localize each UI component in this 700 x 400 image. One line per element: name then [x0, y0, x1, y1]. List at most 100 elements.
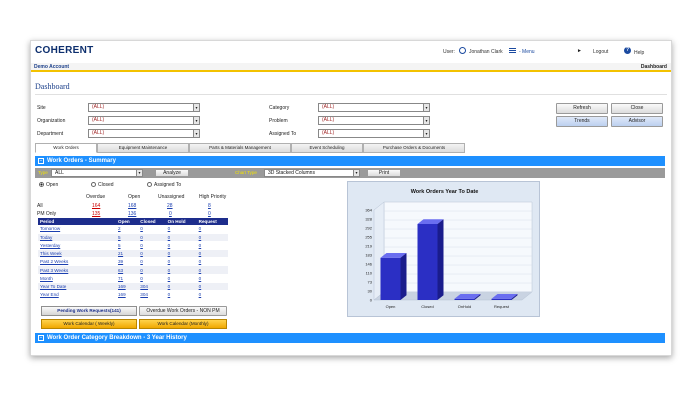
pending-work-requests-button[interactable]: Pending Work Requests(141): [41, 306, 137, 316]
user-name[interactable]: Jonathan Clark: [469, 49, 503, 55]
work-calendar-weekly-button[interactable]: Work Calendar ( Weekly): [41, 319, 137, 329]
period-cell: Year To Date: [38, 282, 116, 292]
all-high-priority-link[interactable]: 8: [208, 203, 211, 209]
count-link[interactable]: 0: [140, 276, 143, 281]
collapse-icon[interactable]: −: [38, 335, 44, 341]
count-link[interactable]: 2: [118, 226, 121, 231]
tab-equipment-maintenance[interactable]: Equipment Maintenance: [97, 143, 189, 153]
all-unassigned-link[interactable]: 28: [167, 203, 173, 209]
radio-closed[interactable]: Closed: [91, 182, 114, 188]
count-link[interactable]: 0: [199, 251, 202, 256]
count-link[interactable]: 71: [118, 276, 123, 281]
radio-open[interactable]: Open: [39, 182, 58, 188]
period-link[interactable]: Past 3 Weeks: [40, 268, 68, 273]
menu-icon[interactable]: [509, 48, 516, 53]
count-link[interactable]: 0: [168, 292, 171, 297]
work-calendar-monthly-button[interactable]: Work Calendar (Monthly): [139, 319, 227, 329]
count-link[interactable]: 0: [199, 276, 202, 281]
period-link[interactable]: Yesterday: [40, 243, 60, 248]
count-cell: 2: [116, 225, 139, 234]
pm-unassigned-link[interactable]: 0: [169, 211, 172, 217]
count-link[interactable]: 39: [118, 259, 123, 264]
period-link[interactable]: Year End: [40, 292, 59, 297]
all-open-link[interactable]: 168: [128, 203, 136, 209]
count-link[interactable]: 304: [140, 284, 148, 289]
period-cell: Past 3 Weeks: [38, 265, 116, 275]
radio-assigned-to[interactable]: Assigned To: [147, 182, 181, 188]
count-link[interactable]: 0: [140, 251, 143, 256]
menu-link[interactable]: - Menu: [519, 49, 535, 55]
count-link[interactable]: 169: [118, 292, 126, 297]
category-select[interactable]: (ALL) ▾: [318, 103, 430, 112]
tab-work-orders[interactable]: Work Orders: [35, 143, 97, 153]
advisor-button[interactable]: Advisor: [611, 116, 663, 127]
count-link[interactable]: 63: [118, 268, 123, 273]
chart-type-select[interactable]: 3D Stacked Columns ▾: [264, 169, 360, 177]
period-link[interactable]: Year To Date: [40, 284, 66, 289]
count-link[interactable]: 0: [168, 251, 171, 256]
count-link[interactable]: 0: [199, 284, 202, 289]
print-button[interactable]: Print: [367, 169, 401, 177]
problem-select[interactable]: (ALL) ▾: [318, 116, 430, 125]
department-value: (ALL): [92, 130, 105, 136]
chevron-down-icon: ▾: [193, 104, 199, 111]
assigned-to-select[interactable]: (ALL) ▾: [318, 129, 430, 138]
tab-purchase-orders[interactable]: Purchase Orders & Documents: [363, 143, 465, 153]
count-link[interactable]: 0: [199, 235, 202, 240]
count-link[interactable]: 0: [140, 259, 143, 264]
tab-parts-materials[interactable]: Parts & Materials Management: [189, 143, 291, 153]
count-link[interactable]: 0: [199, 268, 202, 273]
count-link[interactable]: 21: [118, 251, 123, 256]
summary-header[interactable]: − Work Orders - Summary: [35, 156, 665, 166]
period-link[interactable]: Month: [40, 276, 53, 281]
pm-high-priority-link[interactable]: 0: [208, 211, 211, 217]
count-link[interactable]: 0: [140, 226, 143, 231]
tab-event-scheduling[interactable]: Event Scheduling: [291, 143, 363, 153]
period-link[interactable]: This Week: [40, 251, 62, 256]
count-link[interactable]: 0: [168, 268, 171, 273]
period-link[interactable]: Past 2 Weeks: [40, 259, 68, 264]
y-tick-label: 73: [368, 280, 373, 285]
count-link[interactable]: 5: [118, 235, 121, 240]
count-link[interactable]: 0: [168, 284, 171, 289]
collapse-icon[interactable]: −: [38, 158, 44, 164]
site-select[interactable]: (ALL) ▾: [88, 103, 200, 112]
count-link[interactable]: 0: [168, 243, 171, 248]
type-select[interactable]: ALL ▾: [51, 169, 143, 177]
analyze-button[interactable]: Analyze: [155, 169, 189, 177]
count-link[interactable]: 169: [118, 284, 126, 289]
overdue-non-pm-button[interactable]: Overdue Work Orders - NON PM: [139, 306, 227, 316]
category-breakdown-header[interactable]: − Work Order Category Breakdown - 3 Year…: [35, 333, 665, 343]
help-icon[interactable]: ?: [624, 47, 631, 54]
count-cell: 71: [116, 274, 139, 283]
count-link[interactable]: 304: [140, 292, 148, 297]
period-link[interactable]: Tomorrow: [40, 226, 60, 231]
count-link[interactable]: 0: [140, 243, 143, 248]
period-link[interactable]: Today: [40, 235, 52, 240]
count-link[interactable]: 0: [199, 259, 202, 264]
count-link[interactable]: 5: [118, 243, 121, 248]
count-link[interactable]: 0: [140, 235, 143, 240]
trends-button[interactable]: Trends: [556, 116, 608, 127]
count-link[interactable]: 0: [199, 292, 202, 297]
help-link[interactable]: Help: [634, 50, 644, 56]
x-tick-label: Closed: [421, 304, 433, 309]
count-link[interactable]: 0: [168, 259, 171, 264]
department-select[interactable]: (ALL) ▾: [88, 129, 200, 138]
count-cell: 169: [116, 290, 139, 300]
organization-select[interactable]: (ALL) ▾: [88, 116, 200, 125]
count-link[interactable]: 0: [140, 268, 143, 273]
coherent-logo[interactable]: COHERENT: [35, 45, 94, 56]
close-button[interactable]: Close: [611, 103, 663, 114]
count-link[interactable]: 0: [168, 226, 171, 231]
all-overdue-link[interactable]: 164: [92, 203, 100, 209]
pm-open-link[interactable]: 136: [128, 211, 136, 217]
table-row: Tomorrow 2 0 0 0: [38, 225, 228, 234]
count-link[interactable]: 0: [168, 276, 171, 281]
count-link[interactable]: 0: [199, 226, 202, 231]
count-link[interactable]: 0: [199, 243, 202, 248]
count-link[interactable]: 0: [168, 235, 171, 240]
refresh-button[interactable]: Refresh: [556, 103, 608, 114]
pm-overdue-link[interactable]: 135: [92, 211, 100, 217]
logout-link[interactable]: Logout: [593, 49, 608, 55]
